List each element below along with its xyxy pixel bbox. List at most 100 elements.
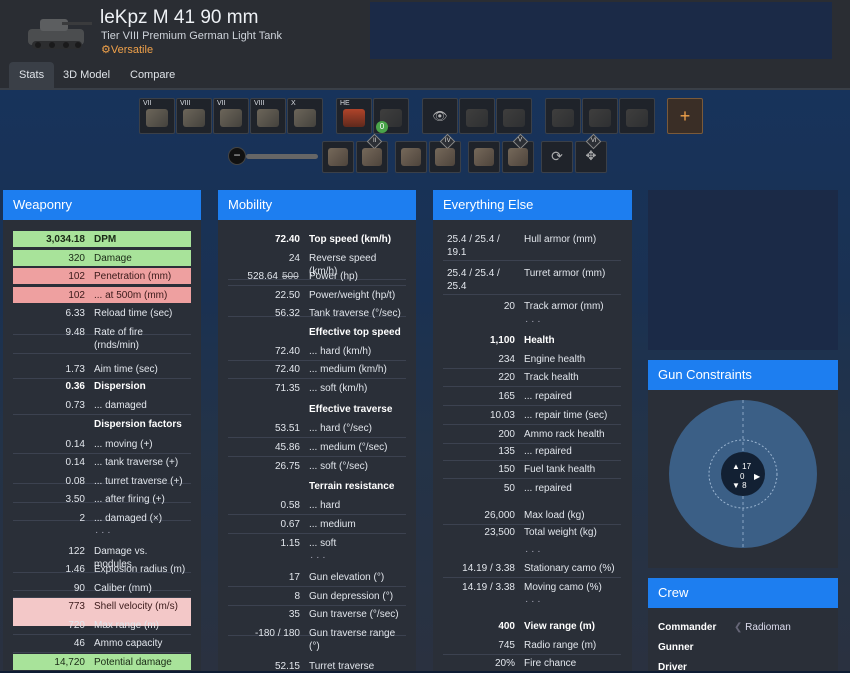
stat-value: 2 — [79, 513, 85, 524]
radio-module-slot[interactable]: X — [287, 98, 323, 134]
upgrade-slot[interactable]: II — [356, 133, 388, 173]
upgrade-slot[interactable]: V — [502, 133, 534, 173]
section-dots: · · · — [525, 316, 541, 327]
stat-value: 3,034.18 — [46, 234, 85, 245]
stat-value: 528.64 — [247, 271, 278, 282]
stat-value: 8 — [294, 591, 300, 602]
row-divider — [228, 437, 406, 438]
everything-stat-row: 20 Track armor (mm) — [443, 298, 621, 314]
mobility-stat-row: 72.40 ... hard (km/h) — [228, 343, 406, 359]
tab-compare[interactable]: Compare — [120, 62, 185, 88]
stat-label: Terrain resistance — [309, 481, 395, 492]
stat-label: Engine health — [524, 354, 586, 365]
stat-label: Penetration (mm) — [94, 271, 172, 282]
row-divider — [228, 285, 406, 286]
crew-skill-slider[interactable] — [246, 154, 318, 159]
stat-label: Turret armor (mm) — [524, 268, 606, 279]
stat-value: 53.51 — [274, 423, 300, 434]
mobility-stat-row: 45.86 ... medium (°/sec) — [228, 439, 406, 455]
everything-stat-row: 26,000 Max load (kg) — [443, 507, 621, 523]
gun-constraints-title: Gun Constraints — [648, 360, 838, 390]
stat-value: 745 — [498, 640, 515, 651]
mobility-stat-row: 17 Gun elevation (°) — [228, 569, 406, 585]
stat-label: Shell velocity (m/s) — [94, 601, 178, 612]
stat-label: ... tank traverse (+) — [94, 457, 179, 468]
everything-stat-row: 200 Ammo rack health — [443, 426, 621, 442]
mobility-stat-row: 8 Gun depression (°) — [228, 588, 406, 604]
stat-label: Gun traverse (°/sec) — [309, 609, 399, 620]
suspension-module-slot[interactable]: VIII — [250, 98, 286, 134]
row-divider — [13, 414, 191, 415]
upgrade-slot[interactable]: ⟳ — [541, 141, 573, 173]
consumable-slot-2[interactable] — [582, 98, 618, 134]
everything-else-title: Everything Else — [433, 190, 632, 220]
row-divider — [228, 514, 406, 515]
row-divider — [443, 478, 621, 479]
stat-label: Damage — [94, 253, 132, 264]
stat-value: 56.32 — [274, 308, 300, 319]
mobility-panel: Mobility 72.40 Top speed (km/h) 24 Reverse … — [218, 190, 416, 671]
upgrade-slot[interactable] — [395, 141, 427, 173]
crew-extra-role[interactable]: ❮ Radioman — [734, 622, 791, 633]
weaponry-stat-row: 14,720 Potential damage — [13, 654, 191, 670]
upgrade-slot[interactable] — [468, 141, 500, 173]
add-button[interactable]: + — [667, 98, 703, 134]
stat-value: 9.48 — [65, 327, 85, 338]
tab-stats[interactable]: Stats — [9, 62, 55, 88]
crew-role-driver: Driver — [658, 662, 687, 673]
everything-stat-row: 14.19 / 3.38 Moving camo (%) — [443, 579, 621, 595]
mobility-title: Mobility — [218, 190, 416, 220]
engine-icon — [220, 109, 242, 127]
upgrade-icon — [401, 148, 421, 166]
row-divider — [443, 386, 621, 387]
stat-label: Effective top speed — [309, 327, 401, 338]
weaponry-stat-row: 1.73 Aim time (sec) — [13, 361, 191, 377]
consumable-count-badge: 0 — [376, 121, 388, 133]
header-banner — [370, 2, 832, 59]
stat-label: ... medium (km/h) — [309, 364, 387, 375]
engine-module-slot[interactable]: VII — [213, 98, 249, 134]
gear-icon: ⚙ — [101, 44, 111, 56]
stat-label: ... soft — [309, 538, 337, 549]
depression-value: ▼ 8 — [732, 481, 747, 490]
stat-label: ... hard — [309, 500, 341, 511]
crew-role-commander: Commander — [658, 622, 717, 633]
stat-value: 14.19 / 3.38 — [462, 582, 515, 593]
shell-slot-he[interactable]: HE — [336, 98, 372, 134]
gun-module-slot[interactable]: VII — [139, 98, 175, 134]
minus-button[interactable]: − — [228, 147, 246, 165]
upgrade-slot[interactable]: IV — [429, 133, 461, 173]
upgrade-slot[interactable] — [322, 141, 354, 173]
stat-value: 14.19 / 3.38 — [462, 563, 515, 574]
equipment-slot-1[interactable]: 👁 — [422, 98, 458, 134]
consumable-slot[interactable]: 0 — [373, 98, 409, 134]
turret-module-slot[interactable]: VIII — [176, 98, 212, 134]
stat-value: 20 — [503, 301, 515, 312]
upgrade-slot[interactable]: VI ✥ — [575, 133, 607, 173]
stat-value: 0.73 — [65, 400, 85, 411]
row-divider — [13, 652, 191, 653]
side-panel — [648, 190, 838, 350]
everything-else-panel: Everything Else 25.4 / 25.4 / 19.1 Hull a… — [433, 190, 632, 671]
radio-icon — [294, 109, 316, 127]
mobility-stat-row: 1.15 ... soft — [228, 535, 406, 551]
row-divider — [443, 260, 621, 261]
turret-icon — [183, 109, 205, 127]
stat-label: Power (hp) — [309, 271, 358, 282]
stat-value: 1.46 — [65, 564, 85, 575]
stat-value: 200 — [498, 429, 515, 440]
crew-title: Crew — [648, 578, 838, 608]
tier-label: VII — [143, 100, 152, 107]
equipment-slot-3[interactable] — [496, 98, 532, 134]
role-label: Versatile — [110, 44, 154, 56]
stat-value: 50 — [503, 483, 515, 494]
tab-3d-model[interactable]: 3D Model — [53, 62, 120, 88]
expand-icon: ✥ — [585, 148, 597, 163]
stat-value: 773 — [68, 601, 85, 612]
stat-value: 3.50 — [65, 494, 85, 505]
equipment-slot-2[interactable] — [459, 98, 495, 134]
consumable-slot-3[interactable] — [619, 98, 655, 134]
section-dots: · · · — [525, 596, 541, 607]
consumable-slot-1[interactable] — [545, 98, 581, 134]
stat-label: Dispersion factors — [94, 419, 182, 430]
